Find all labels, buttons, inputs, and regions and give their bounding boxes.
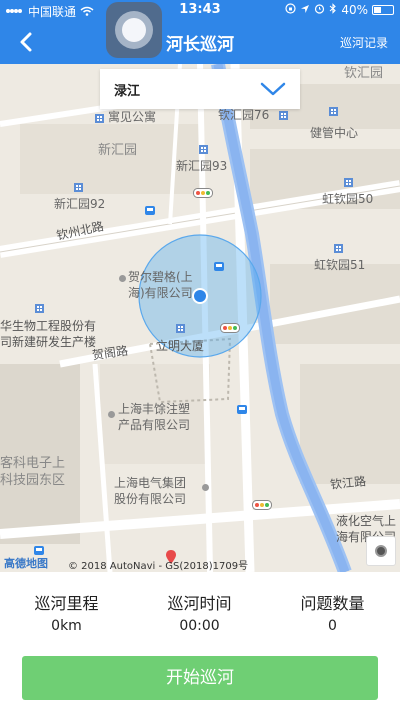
alarm-icon (314, 3, 325, 17)
stat-distance: 巡河里程 0km (0, 590, 133, 634)
map-label: 上海电气集团 (114, 476, 187, 490)
stat-label: 问题数量 (300, 594, 365, 613)
building-icon (198, 140, 209, 154)
orientation-lock-icon (285, 3, 296, 17)
map-label: 健管中心 (310, 126, 359, 140)
stat-value: 0 (328, 618, 337, 634)
map-view[interactable]: 钦汇园 钦汇园76 健管中心 寓见公寓 新汇园 新汇园93 新汇园92 虹钦园5… (0, 64, 400, 572)
map-label: 虹钦园50 (322, 192, 374, 206)
map-label: 上海丰馀注塑 (118, 402, 191, 416)
map-label: 新汇园93 (176, 159, 228, 173)
battery-percent: 40% (341, 3, 368, 17)
map-label: 立明大厦 (156, 339, 205, 353)
stat-issues: 问题数量 0 (266, 590, 399, 634)
stat-label: 巡河里程 (34, 594, 99, 613)
building-icon (343, 173, 354, 187)
patrol-record-button[interactable]: 巡河记录 (340, 34, 388, 51)
map-label: 司新建研发生产楼 (0, 335, 97, 349)
map-label: 产品有限公司 (118, 418, 191, 432)
map-label: 钦汇园 (344, 66, 384, 81)
map-label: 新汇园 (98, 143, 138, 158)
assistive-touch-button[interactable] (106, 2, 162, 58)
building-icon (94, 109, 105, 123)
stat-value: 0km (51, 618, 82, 634)
poi-dot-icon (202, 484, 209, 491)
patrol-stats: 巡河里程 0km 巡河时间 00:00 问题数量 0 (0, 590, 400, 640)
map-label: 新汇园92 (54, 197, 106, 211)
stat-time: 巡河时间 00:00 (133, 590, 266, 634)
building-icon (328, 102, 339, 116)
status-right: 40% (285, 3, 394, 17)
building-icon (34, 299, 45, 313)
building-icon (175, 319, 186, 333)
map-label: 贺尔碧格(上 (128, 270, 193, 284)
map-label: 虹钦园51 (314, 258, 366, 272)
locate-button[interactable] (366, 536, 396, 566)
building-icon (333, 239, 344, 253)
building-icon (73, 178, 84, 192)
amap-logo: 高德地图 (4, 557, 48, 570)
battery-icon (372, 5, 394, 15)
bluetooth-icon (329, 3, 337, 17)
battery-fill (374, 7, 381, 13)
stat-label: 巡河时间 (167, 594, 232, 613)
map-label: 液化空气上 (336, 514, 397, 528)
map-label: 科技园东区 (0, 473, 66, 488)
map-label: 海)有限公司 (128, 286, 193, 300)
status-bar: 中国联通 13:43 40% (0, 0, 400, 20)
river-select[interactable]: 渌江 (100, 69, 300, 109)
stat-value: 00:00 (179, 618, 220, 634)
assistive-core (122, 18, 146, 42)
location-arrow-icon (300, 3, 310, 17)
chevron-down-icon (260, 81, 286, 101)
map-label: 寓见公寓 (108, 110, 157, 124)
locate-icon (375, 545, 387, 557)
map-label: 股份有限公司 (114, 492, 187, 506)
poi-dot-icon (119, 275, 126, 282)
map-label: 华生物工程股份有 (0, 319, 97, 333)
nav-bar: 河长巡河 巡河记录 (0, 20, 400, 64)
river-select-value: 渌江 (114, 84, 141, 99)
start-patrol-button[interactable]: 开始巡河 (22, 656, 378, 700)
map-copyright: © 2018 AutoNavi - GS(2018)1709号 (68, 561, 249, 572)
poi-dot-icon (108, 411, 115, 418)
